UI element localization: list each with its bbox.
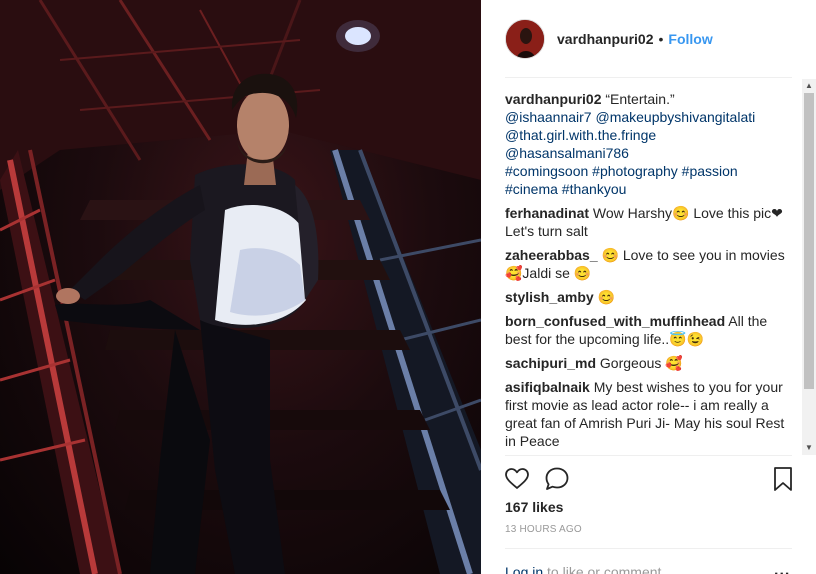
comments-scrollbar[interactable]: ▲ ▼ [802, 79, 816, 455]
scroll-thumb[interactable] [804, 93, 814, 389]
caption-mentions-line-1[interactable]: @ishaannair7 @makeupbyshivangitalati [505, 108, 785, 126]
likes-count[interactable]: 167 likes [505, 499, 563, 515]
actions-divider [505, 455, 792, 456]
caption-hashtags-line-1[interactable]: #comingsoon #photography #passion [505, 162, 785, 180]
comment-item: born_confused_with_muffinhead All the be… [505, 312, 785, 348]
comment-text: 😊 [597, 289, 616, 305]
photo-scene [0, 0, 481, 574]
comment-item: zaheerabbas_ 😊 Love to see you in movies… [505, 246, 785, 282]
heart-icon[interactable] [503, 465, 531, 493]
header-divider [505, 77, 792, 78]
login-prompt: Log in to like or comment. [505, 564, 665, 574]
follow-button[interactable]: Follow [668, 31, 712, 47]
comment-item: asifiqbalnaik My best wishes to you for … [505, 378, 785, 450]
post-timestamp[interactable]: 13 HOURS AGO [505, 524, 582, 535]
comment-item: ferhanadinat Wow Harshy😊 Love this pic❤ … [505, 204, 785, 240]
caption-mentions-line-3[interactable]: @hasansalmani786 [505, 144, 785, 162]
caption-text: “Entertain.” [605, 91, 675, 107]
comment-username[interactable]: ferhanadinat [505, 205, 589, 221]
comment-item: sachipuri_md Gorgeous 🥰 [505, 354, 785, 372]
avatar[interactable] [505, 19, 545, 59]
scroll-down-arrow[interactable]: ▼ [802, 441, 816, 455]
bookmark-icon[interactable] [769, 465, 797, 493]
comments-list[interactable]: vardhanpuri02 “Entertain.” @ishaannair7 … [505, 90, 785, 452]
more-options-icon[interactable]: ... [774, 562, 790, 574]
comment-icon[interactable] [543, 465, 571, 493]
caption-hashtags-line-2[interactable]: #cinema #thankyou [505, 180, 785, 198]
footer-divider [505, 548, 792, 549]
scroll-up-arrow[interactable]: ▲ [802, 79, 816, 93]
comment-username[interactable]: born_confused_with_muffinhead [505, 313, 725, 329]
caption-username[interactable]: vardhanpuri02 [505, 91, 601, 107]
post-header: vardhanpuri02 • Follow [505, 18, 713, 60]
comment-username[interactable]: sachipuri_md [505, 355, 596, 371]
avatar-image [506, 20, 544, 58]
comment-text: Gorgeous 🥰 [599, 355, 683, 371]
login-prompt-text: to like or comment. [543, 564, 666, 574]
header-username[interactable]: vardhanpuri02 [557, 31, 653, 47]
post-photo[interactable] [0, 0, 481, 574]
action-bar [505, 465, 793, 493]
comment-username[interactable]: stylish_amby [505, 289, 594, 305]
comment-username[interactable]: zaheerabbas_ [505, 247, 598, 263]
header-separator: • [658, 31, 664, 47]
comment-item: stylish_amby 😊 [505, 288, 785, 306]
caption-mentions-line-2[interactable]: @that.girl.with.the.fringe [505, 126, 785, 144]
post-details-panel: vardhanpuri02 • Follow vardhanpuri02 “En… [481, 0, 816, 574]
caption: vardhanpuri02 “Entertain.” @ishaannair7 … [505, 90, 785, 198]
comment-username[interactable]: asifiqbalnaik [505, 379, 590, 395]
login-link[interactable]: Log in [505, 564, 543, 574]
